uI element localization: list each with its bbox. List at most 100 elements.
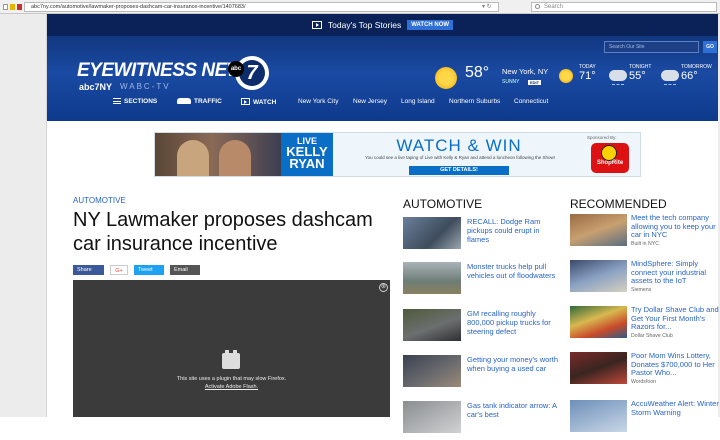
site-search-input[interactable]: Search Our Site	[604, 41, 699, 53]
nav-traffic-label: TRAFFIC	[194, 98, 222, 105]
address-bar[interactable]: abc7ny.com/automotive/lawmaker-proposes-…	[24, 2, 499, 12]
forecast-temp: 55°	[629, 70, 646, 82]
shield-icon	[17, 3, 22, 10]
search-icon	[535, 4, 540, 9]
facebook-share-button[interactable]: Share	[73, 265, 104, 275]
thumbnail	[403, 217, 461, 249]
video-player[interactable]: ⊗ This site uses a plugin that may slow …	[73, 280, 390, 417]
thumbnail	[570, 306, 627, 338]
recommended-item[interactable]: AccuWeather Alert: Winter Storm Warning	[570, 399, 720, 440]
recommended-item-title[interactable]: Meet the tech company allowing you to ke…	[631, 213, 720, 247]
nav-link-northern-suburbs[interactable]: Northern Suburbs	[449, 98, 500, 105]
site-header: Today's Top Stories WATCH NOW EYEWITNESS…	[47, 14, 718, 121]
recommended-item[interactable]: Try Dollar Shave Club and Get Your First…	[570, 305, 720, 346]
list-item[interactable]: RECALL: Dodge Ram pickups could erupt in…	[403, 217, 558, 251]
play-icon	[311, 21, 322, 29]
nav-link-nyc[interactable]: New York City	[298, 98, 338, 105]
article-kicker[interactable]: AUTOMOTIVE	[73, 196, 126, 205]
search-go-button[interactable]: GO	[703, 41, 717, 53]
thumbnail	[570, 352, 627, 384]
recommended-item-title[interactable]: AccuWeather Alert: Winter Storm Warning	[631, 399, 720, 417]
list-item-title[interactable]: Monster trucks help pull vehicles out of…	[467, 262, 559, 280]
recommended-text: Meet the tech company allowing you to ke…	[631, 213, 716, 239]
recommended-item-title[interactable]: MindSphere: Simply connect your industri…	[631, 259, 720, 293]
nav-watch-label: WATCH	[253, 99, 277, 106]
sun-cloud-icon	[559, 69, 573, 83]
recommended-text: Try Dollar Shave Club and Get Your First…	[631, 305, 719, 331]
list-item[interactable]: Gas tank indicator arrow: A car's best	[403, 401, 558, 435]
ad-banner[interactable]: LIVE KELLY RYAN WATCH & WIN You could se…	[154, 132, 641, 177]
list-item-title[interactable]: RECALL: Dodge Ram pickups could erupt in…	[467, 217, 559, 245]
browser-search-input[interactable]: Search	[531, 2, 717, 12]
rain-drops-icon	[664, 81, 676, 85]
article-headline: NY Lawmaker proposes dashcam car insuran…	[73, 209, 373, 255]
thumbnail	[570, 260, 627, 292]
plugin-icon	[222, 350, 240, 369]
nav-sections[interactable]: SECTIONS	[113, 98, 157, 105]
list-item[interactable]: GM recalling roughly 800,000 pickup truc…	[403, 309, 558, 343]
close-icon[interactable]: ⊗	[379, 283, 388, 292]
ad-show-logo: LIVE KELLY RYAN	[281, 133, 333, 176]
weather-city: New York, NY	[502, 67, 549, 76]
ad-ryan-label: RYAN	[289, 156, 325, 171]
warning-icon	[10, 3, 15, 10]
thumbnail	[403, 401, 461, 433]
email-share-button[interactable]: Email	[170, 265, 200, 275]
recommended-heading: RECOMMENDED	[570, 197, 667, 211]
recommended-source: Built in NYC	[631, 240, 659, 247]
nav-watch[interactable]: WATCH	[241, 98, 276, 106]
watch-now-button[interactable]: WATCH NOW	[407, 20, 454, 30]
thumbnail	[403, 355, 461, 387]
ad-person	[177, 140, 209, 176]
thumbnail	[403, 309, 461, 341]
forecast-tonight[interactable]: TONIGHT 55°	[609, 64, 669, 94]
top-stories-label: Today's Top Stories	[327, 20, 402, 30]
recommended-item-title[interactable]: Try Dollar Shave Club and Get Your First…	[631, 305, 720, 339]
recommended-item-title[interactable]: Poor Mom Wins Lottery, Donates $700,000 …	[631, 351, 720, 385]
twitter-share-button[interactable]: Tweet	[134, 265, 164, 275]
shopping-cart-icon	[601, 145, 617, 161]
google-plus-button[interactable]: G+	[110, 265, 128, 275]
list-item[interactable]: Getting your money's worth when buying a…	[403, 355, 558, 389]
rain-drops-icon	[612, 81, 624, 85]
top-stories-bar[interactable]: Today's Top Stories WATCH NOW	[47, 14, 718, 36]
abc-logo-icon: abc	[228, 61, 244, 77]
recommended-source: Siemens	[631, 286, 652, 293]
nav-link-nj[interactable]: New Jersey	[353, 98, 387, 105]
recommended-item[interactable]: MindSphere: Simply connect your industri…	[570, 259, 720, 300]
ad-sponsor-label: Sponsored By:	[587, 135, 617, 140]
nav-sections-label: SECTIONS	[124, 98, 158, 105]
forecast-temp: 71°	[579, 70, 596, 82]
rain-cloud-icon	[609, 70, 627, 81]
shoprite-logo: ShopRite	[591, 143, 629, 173]
logo-subtitle: abc7NY	[79, 82, 113, 92]
ad-cta-button[interactable]: GET DETAILS!	[409, 166, 509, 175]
current-weather[interactable]: 58° New York, NY SUNNY EDIT	[435, 64, 555, 94]
forecast-temp: 66°	[681, 70, 698, 82]
plugin-warning: This site uses a plugin that may slow Fi…	[176, 376, 287, 382]
recommended-text: Poor Mom Wins Lottery, Donates $700,000 …	[631, 351, 715, 377]
page-icon	[3, 3, 8, 10]
nav-traffic[interactable]: TRAFFIC	[177, 98, 222, 105]
main-nav: SECTIONS TRAFFIC WATCH New York City New…	[47, 93, 718, 113]
current-temp: 58°	[465, 64, 490, 81]
list-item[interactable]: Monster trucks help pull vehicles out of…	[403, 262, 558, 296]
list-item-title[interactable]: Getting your money's worth when buying a…	[467, 355, 559, 373]
list-item-title[interactable]: GM recalling roughly 800,000 pickup truc…	[467, 309, 559, 337]
forecast-tomorrow[interactable]: TOMORROW 66°	[661, 64, 718, 94]
weather-condition: SUNNY	[502, 79, 520, 85]
tv-play-icon	[241, 98, 250, 105]
thumbnail	[570, 214, 627, 246]
nav-link-connecticut[interactable]: Connecticut	[514, 98, 548, 105]
recommended-item[interactable]: Poor Mom Wins Lottery, Donates $700,000 …	[570, 351, 720, 392]
thumbnail	[570, 400, 627, 432]
reload-icon[interactable]: ▾ ↻	[482, 3, 492, 10]
thumbnail	[403, 262, 461, 294]
nav-link-long-island[interactable]: Long Island	[401, 98, 435, 105]
recommended-text: MindSphere: Simply connect your industri…	[631, 259, 707, 285]
recommended-source: Wordsfoon	[631, 378, 656, 385]
activate-flash-link[interactable]: Activate Adobe Flash.	[73, 384, 390, 390]
ad-person	[219, 140, 251, 176]
recommended-source: Dollar Shave Club	[631, 332, 673, 339]
recommended-item[interactable]: Meet the tech company allowing you to ke…	[570, 213, 720, 254]
